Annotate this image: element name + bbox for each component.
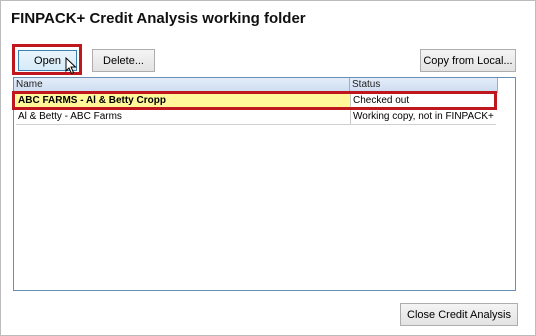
mouse-pointer-icon (65, 57, 77, 75)
credit-analysis-window: FINPACK+ Credit Analysis working folder … (0, 0, 536, 336)
column-header-status[interactable]: Status (350, 78, 498, 92)
selected-row-highlight (12, 91, 497, 110)
copy-from-local-button[interactable]: Copy from Local... (420, 49, 516, 72)
delete-button[interactable]: Delete... (92, 49, 155, 72)
row-name-cell: Al & Betty - ABC Farms (18, 111, 122, 122)
column-header-name[interactable]: Name (14, 78, 350, 92)
window-title: FINPACK+ Credit Analysis working folder (11, 10, 306, 27)
row-status-cell: Working copy, not in FINPACK+ (350, 110, 496, 124)
close-credit-analysis-button[interactable]: Close Credit Analysis (400, 303, 518, 326)
list-row-al-betty[interactable]: Al & Betty - ABC Farms Working copy, not… (16, 110, 496, 125)
